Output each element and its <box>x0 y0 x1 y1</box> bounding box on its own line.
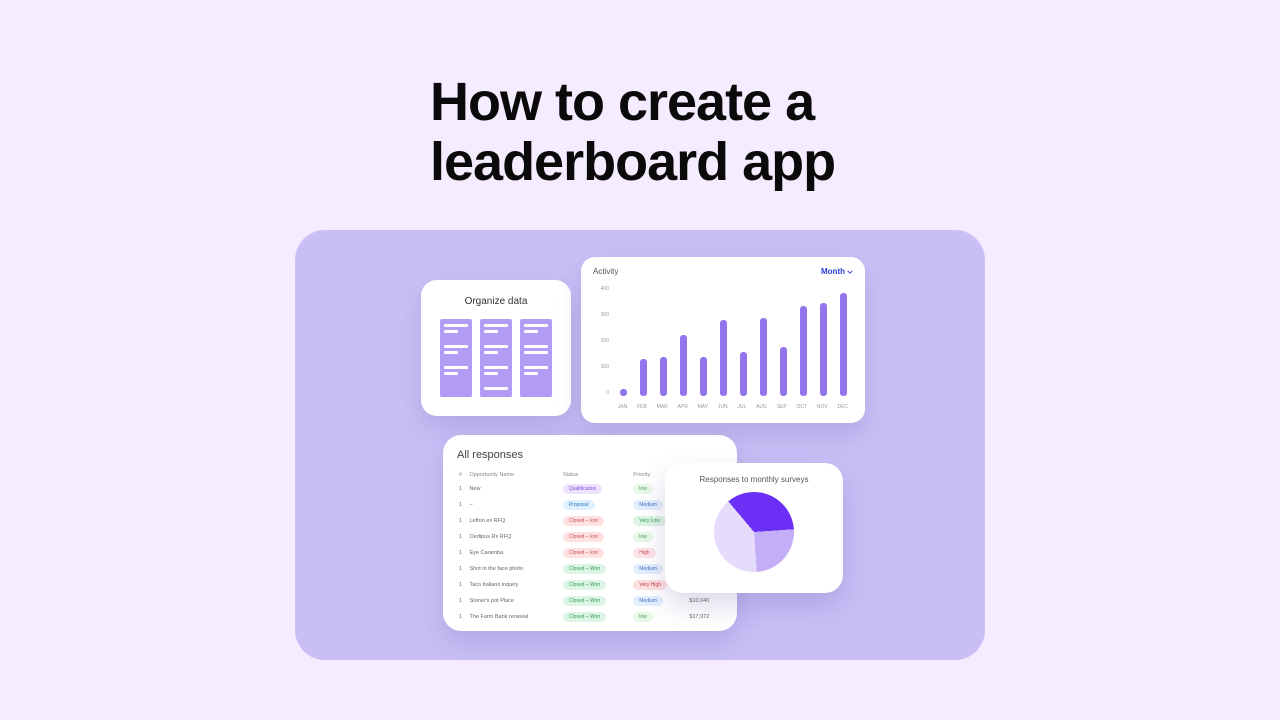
bar <box>740 352 747 396</box>
bar <box>700 357 707 396</box>
page-title: How to create aleaderboard app <box>430 72 835 193</box>
bar <box>800 306 807 396</box>
table-row: 1Stoner's pot PlaceClosed – WonMedium$10… <box>457 593 723 609</box>
period-dropdown[interactable]: Month <box>821 267 853 276</box>
period-label: Month <box>821 267 845 276</box>
pie-chart <box>714 492 794 572</box>
activity-title: Activity <box>593 267 618 276</box>
organize-data-card: Organize data <box>421 280 571 416</box>
activity-card: Activity Month 4003002001000 JANFEBMARAP… <box>581 257 865 423</box>
bar <box>620 389 627 396</box>
bar <box>640 359 647 396</box>
bar <box>820 303 827 396</box>
col-header: # <box>457 469 468 481</box>
responses-title: All responses <box>457 449 723 461</box>
bar <box>660 357 667 396</box>
chevron-down-icon <box>847 269 853 275</box>
data-columns-icon <box>440 319 552 397</box>
col-header: Opportunity Name <box>468 469 561 481</box>
bar <box>840 293 847 396</box>
pie-card: Responses to monthly surveys <box>665 463 843 593</box>
bar <box>720 320 727 396</box>
table-row: 1The Farm Bank renewalClosed – Wonlow$17… <box>457 609 723 625</box>
hero-panel: Organize data Activity Month 40030020010… <box>295 230 985 660</box>
bar-chart: 4003002001000 JANFEBMARAPRMAYJUNJULAUGSE… <box>593 286 853 410</box>
bar <box>760 318 767 396</box>
col-header: Status <box>561 469 631 481</box>
bar <box>680 335 687 396</box>
pie-title: Responses to monthly surveys <box>700 475 809 484</box>
bar <box>780 347 787 396</box>
organize-title: Organize data <box>465 296 528 307</box>
